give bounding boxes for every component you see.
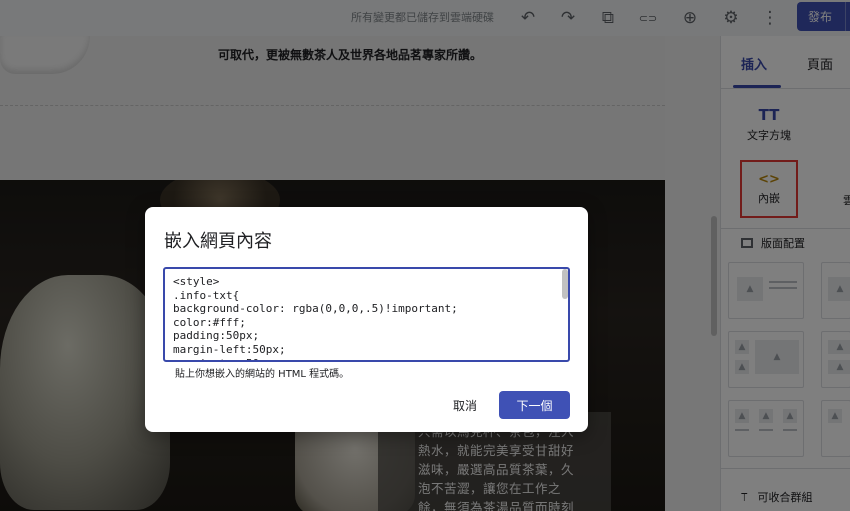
cancel-button[interactable]: 取消 xyxy=(453,397,477,414)
dialog-title: 嵌入網頁內容 xyxy=(164,231,272,252)
embed-code-textarea[interactable]: <style> .info-txt{ background-color: rgb… xyxy=(163,267,570,362)
next-button[interactable]: 下一個 xyxy=(499,391,570,419)
embed-dialog: 嵌入網頁內容 <style> .info-txt{ background-col… xyxy=(145,207,588,432)
embed-hint: 貼上你想嵌入的網站的 HTML 程式碼。 xyxy=(175,369,350,380)
textarea-scrollbar[interactable] xyxy=(562,269,568,299)
